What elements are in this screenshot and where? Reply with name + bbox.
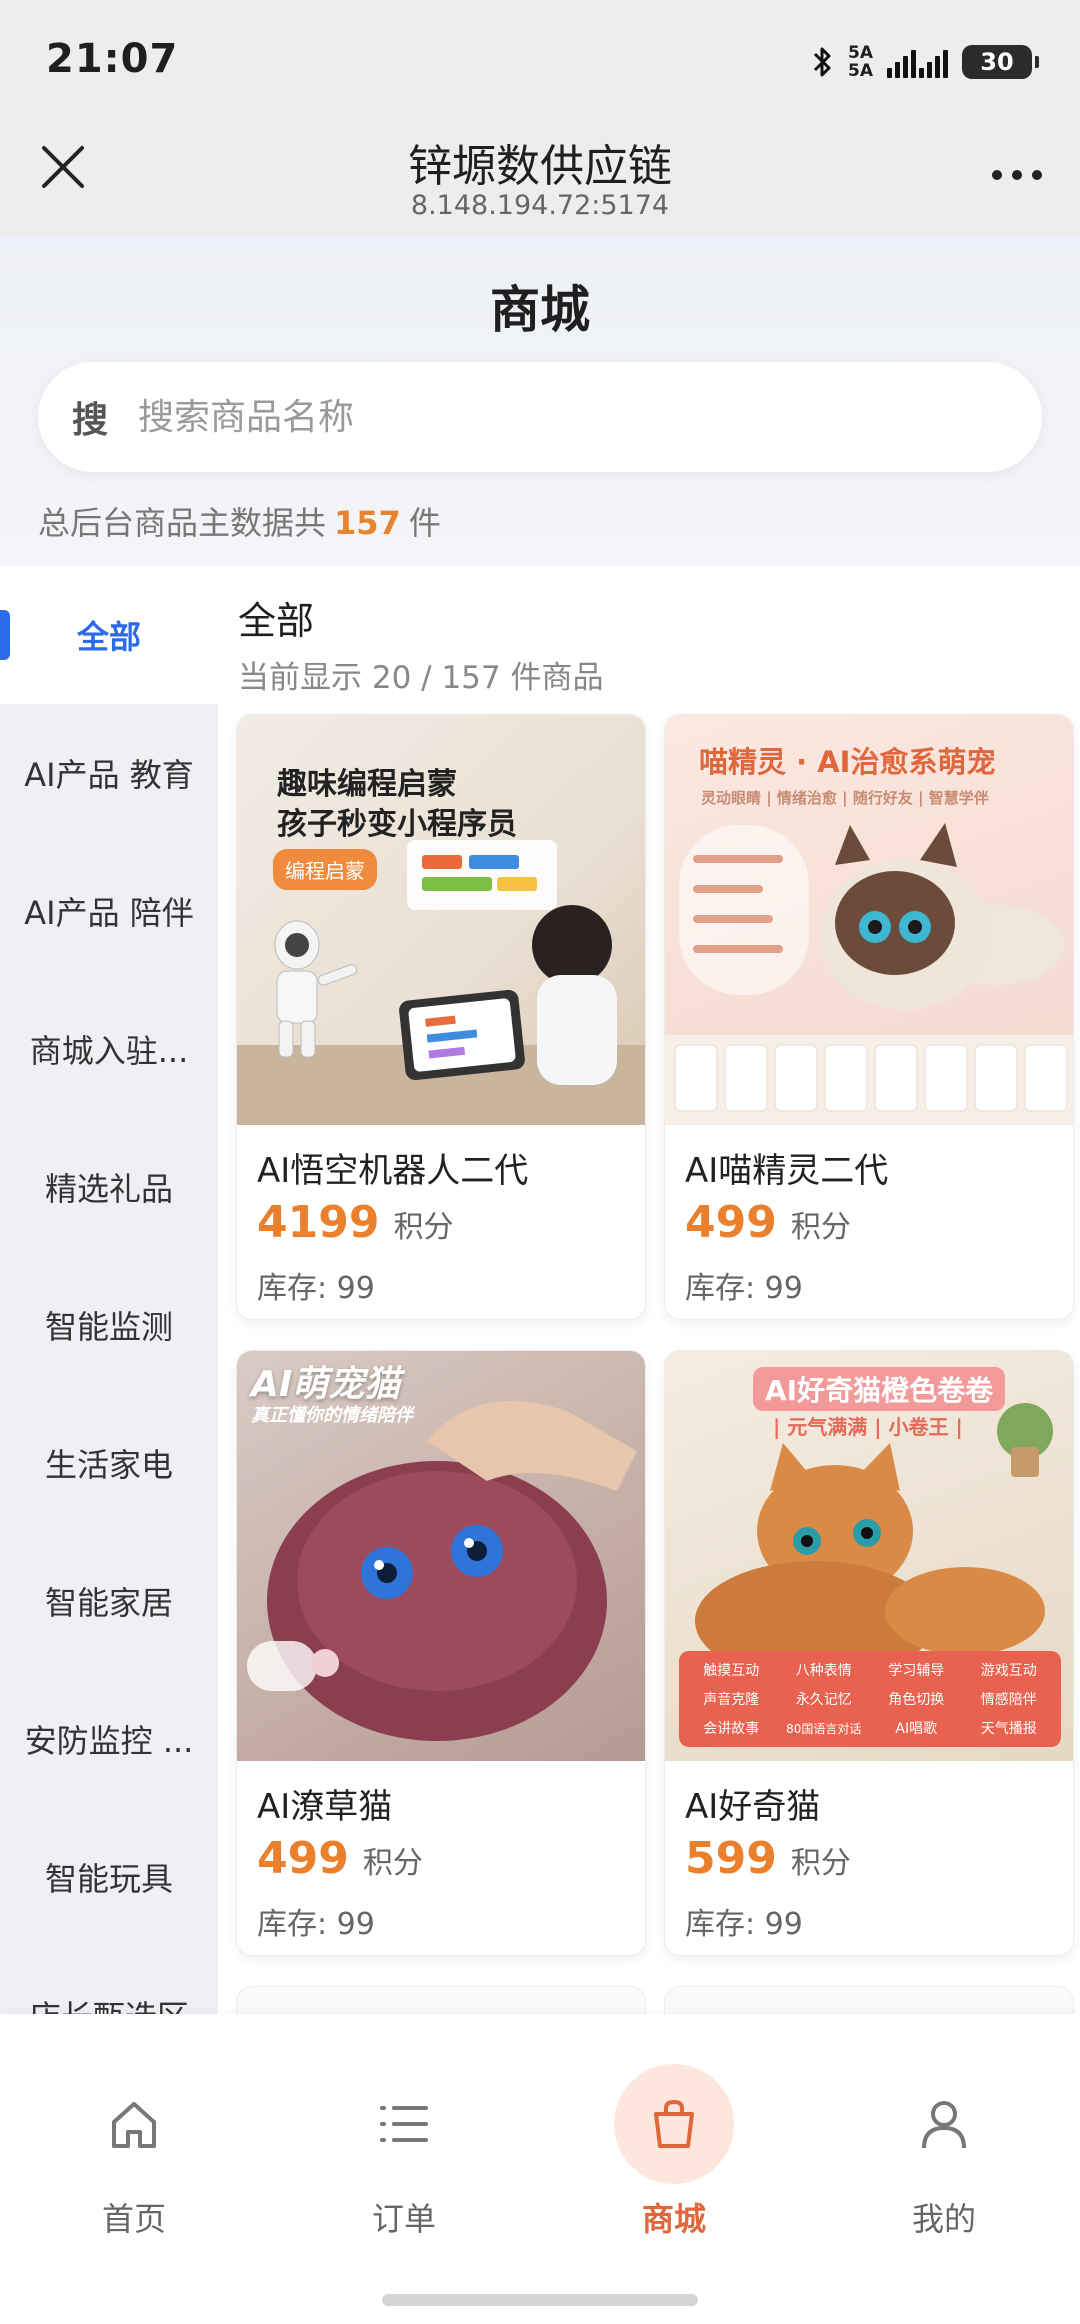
product-card[interactable]: AI萌宠猫 真正懂你的情绪陪伴 AI潦草猫 499 积分 库存: 99	[236, 1350, 646, 1956]
page-title: 商城	[490, 281, 590, 339]
sidebar-item-smart-home[interactable]: 智能家居	[0, 1532, 218, 1670]
product-stock: 库存: 99	[685, 1907, 803, 1942]
product-image-cat-spirit: 喵精灵 · AI治愈系萌宠 灵动眼睛 | 情绪治愈 | 随行好友 | 智慧学伴	[665, 715, 1073, 1125]
more-dot-icon	[1012, 170, 1022, 180]
product-name: AI潦草猫	[257, 1787, 393, 1827]
category-sidebar: 全部 AI产品 教育 AI产品 陪伴 商城入驻... 精选礼品 智能监测 生活家…	[0, 566, 218, 2014]
tab-home[interactable]: 首页	[34, 2044, 234, 2254]
product-name: AI喵精灵二代	[685, 1151, 889, 1191]
app-title: 锌塬数供应链	[408, 141, 672, 192]
sidebar-item-ai-companion[interactable]: AI产品 陪伴	[0, 842, 218, 980]
product-price: 4199 积分	[257, 1197, 454, 1248]
status-bar: 21:07 5A 5A 30	[0, 0, 1080, 118]
mini-program-title-bar: 锌塬数供应链 8.148.194.72:5174	[0, 118, 1080, 236]
product-image-curious-cat: AI好奇猫橙色卷卷 | 元气满满 | 小卷王 | 触摸互动 八种表情 学习辅导 …	[665, 1351, 1073, 1761]
sidebar-item-monitoring[interactable]: 智能监测	[0, 1256, 218, 1394]
more-options-button[interactable]	[992, 170, 1042, 180]
product-panel: 全部 当前显示 20 / 157 件商品 趣味编程启蒙 孩子秒变小程序员 编程启…	[218, 566, 1080, 2014]
showing-count: 当前显示 20 / 157 件商品	[238, 660, 604, 696]
search-icon: 搜	[72, 400, 109, 441]
product-stock: 库存: 99	[685, 1271, 803, 1306]
home-icon	[74, 2064, 194, 2184]
signal-icon	[887, 46, 948, 78]
product-card-partial[interactable]	[664, 1986, 1074, 2014]
sidebar-item-all[interactable]: 全部	[0, 566, 218, 704]
product-stock: 库存: 99	[257, 1907, 375, 1942]
product-name: AI悟空机器人二代	[257, 1151, 529, 1191]
product-summary: 总后台商品主数据共 157 件	[38, 504, 441, 542]
product-name: AI好奇猫	[685, 1787, 821, 1827]
sidebar-item-merchant-join[interactable]: 商城入驻...	[0, 980, 218, 1118]
home-indicator	[382, 2294, 698, 2306]
product-grid: 趣味编程启蒙 孩子秒变小程序员 编程启蒙 AI悟空机器人二代 4199 积分 库…	[236, 714, 1074, 2014]
tab-profile[interactable]: 我的	[844, 2044, 1044, 2254]
sidebar-item-security[interactable]: 安防监控 ...	[0, 1670, 218, 1808]
sidebar-item-manager-picks[interactable]: 店长甄选区	[0, 1946, 218, 2014]
product-stock: 库存: 99	[257, 1271, 375, 1306]
bluetooth-icon	[812, 45, 834, 79]
shopping-bag-icon	[614, 2064, 734, 2184]
page-header: 商城 搜 总后台商品主数据共157件	[0, 236, 1080, 566]
bottom-tab-bar: 首页 订单 商城 我的	[0, 2014, 1080, 2324]
scruffy-cat-illustration	[247, 1401, 637, 1741]
category-title: 全部	[238, 599, 315, 643]
product-count: 157	[334, 504, 401, 542]
product-image-robot: 趣味编程启蒙 孩子秒变小程序员 编程启蒙	[237, 715, 645, 1125]
tab-orders[interactable]: 订单	[304, 2044, 504, 2254]
sidebar-item-toys[interactable]: 智能玩具	[0, 1808, 218, 1946]
status-time: 21:07	[46, 36, 179, 82]
robot-illustration	[237, 840, 645, 1125]
product-card-partial[interactable]	[236, 1986, 646, 2014]
cat-plush-illustration	[665, 823, 1073, 1125]
product-card[interactable]: 喵精灵 · AI治愈系萌宠 灵动眼睛 | 情绪治愈 | 随行好友 | 智慧学伴	[664, 714, 1074, 1320]
product-card[interactable]: AI好奇猫橙色卷卷 | 元气满满 | 小卷王 | 触摸互动 八种表情 学习辅导 …	[664, 1350, 1074, 1956]
more-dot-icon	[1032, 170, 1042, 180]
list-icon	[344, 2064, 464, 2184]
product-price: 499 积分	[685, 1197, 851, 1248]
sidebar-item-ai-education[interactable]: AI产品 教育	[0, 704, 218, 842]
sidebar-item-appliances[interactable]: 生活家电	[0, 1394, 218, 1532]
more-dot-icon	[992, 170, 1002, 180]
user-icon	[884, 2064, 1004, 2184]
product-image-scruffy-cat: AI萌宠猫 真正懂你的情绪陪伴	[237, 1351, 645, 1761]
search-bar[interactable]: 搜	[38, 362, 1042, 472]
battery-icon: 30	[962, 45, 1039, 79]
product-price: 599 积分	[685, 1833, 851, 1884]
network-label: 5A 5A	[848, 43, 873, 81]
sidebar-item-gifts[interactable]: 精选礼品	[0, 1118, 218, 1256]
tab-mall[interactable]: 商城	[574, 2044, 774, 2254]
product-card[interactable]: 趣味编程启蒙 孩子秒变小程序员 编程启蒙 AI悟空机器人二代 4199 积分 库…	[236, 714, 646, 1320]
product-price: 499 积分	[257, 1833, 423, 1884]
search-input[interactable]	[138, 396, 939, 438]
feature-panel: 触摸互动 八种表情 学习辅导 游戏互动 声音克隆 永久记忆 角色切换 情感陪伴 …	[679, 1651, 1061, 1747]
app-address: 8.148.194.72:5174	[410, 190, 670, 221]
status-icons: 5A 5A 30	[812, 40, 1039, 84]
